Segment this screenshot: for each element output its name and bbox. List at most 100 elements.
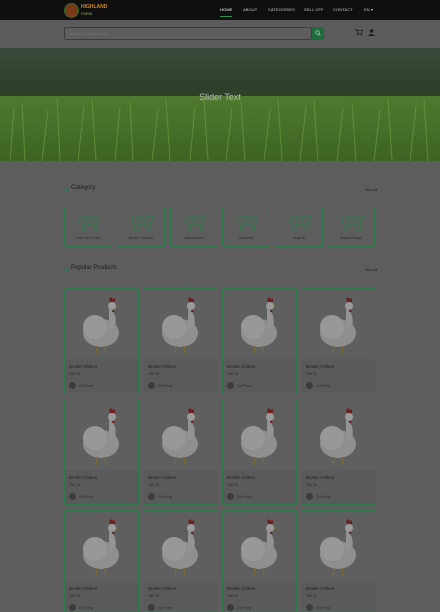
product-card[interactable]: Broiler Chiken 780 Tk Gul Pinny bbox=[143, 288, 218, 394]
product-name[interactable]: Broiler Chiken bbox=[227, 586, 255, 591]
hero-slider-text: Slider Text bbox=[199, 92, 241, 102]
nav-about[interactable]: ABOUT bbox=[243, 7, 257, 12]
seller-avatar bbox=[148, 493, 155, 500]
seller-name: Gul Pinny bbox=[79, 495, 94, 499]
product-card[interactable]: Broiler Chiken 780 Tk Gul Pinny bbox=[222, 399, 297, 505]
product-name[interactable]: Broiler Chiken bbox=[306, 475, 334, 480]
chicken-image bbox=[241, 297, 277, 355]
category-view-all-link[interactable]: View All bbox=[365, 188, 377, 192]
cow-diagram-icon bbox=[131, 214, 154, 231]
search-input[interactable] bbox=[64, 27, 312, 40]
product-image bbox=[302, 511, 375, 581]
language-label: EN bbox=[364, 7, 370, 12]
category-label: Black Bengal bbox=[340, 236, 362, 240]
category-card[interactable]: Gut Farm Cow bbox=[64, 207, 112, 247]
seller-name: Gul Pinny bbox=[79, 606, 94, 610]
product-card[interactable]: Broiler Chiken 780 Tk Gul Pinny bbox=[64, 399, 139, 505]
product-price: 780 Tk bbox=[148, 372, 159, 376]
cow-diagram-icon bbox=[341, 214, 364, 231]
user-icon[interactable] bbox=[368, 29, 375, 36]
chicken-image bbox=[162, 408, 198, 466]
product-price: 780 Tk bbox=[227, 372, 238, 376]
product-name[interactable]: Broiler Chiken bbox=[227, 364, 255, 369]
seller-name: Gul Pinny bbox=[158, 384, 173, 388]
nav-categories[interactable]: CATEGORIES bbox=[268, 7, 295, 12]
cow-diagram-icon bbox=[78, 214, 101, 231]
nav-sell-off[interactable]: SELL OFF bbox=[304, 7, 324, 12]
category-card[interactable]: Goat Milk bbox=[222, 207, 270, 247]
product-card[interactable]: Broiler Chiken 780 Tk Gul Pinny bbox=[222, 288, 297, 394]
seller-avatar bbox=[306, 604, 313, 611]
hero-grass-image bbox=[0, 48, 440, 161]
product-card[interactable]: Broiler Chiken 780 Tk Gul Pinny bbox=[301, 399, 376, 505]
product-name[interactable]: Broiler Chiken bbox=[148, 364, 176, 369]
seller-name: Gul Pinny bbox=[79, 384, 94, 388]
cow-diagram-icon bbox=[236, 214, 259, 231]
cow-diagram-icon bbox=[184, 214, 207, 231]
seller-avatar bbox=[227, 382, 234, 389]
product-image bbox=[144, 511, 217, 581]
product-name[interactable]: Broiler Chiken bbox=[69, 586, 97, 591]
product-card[interactable]: Broiler Chiken 780 Tk Gul Pinny bbox=[64, 510, 139, 612]
language-selector[interactable]: EN ▾ bbox=[364, 7, 373, 12]
product-image bbox=[302, 400, 375, 470]
brand-logo[interactable]: HIGHLAND FARM bbox=[64, 3, 108, 18]
nav-contact[interactable]: CONTACT bbox=[333, 7, 353, 12]
seller-name: Gul Pinny bbox=[237, 495, 252, 499]
product-image bbox=[302, 289, 375, 359]
product-price: 780 Tk bbox=[227, 483, 238, 487]
product-card[interactable]: Broiler Chiken 780 Tk Gul Pinny bbox=[143, 399, 218, 505]
seller-avatar bbox=[306, 382, 313, 389]
product-name[interactable]: Broiler Chiken bbox=[69, 364, 97, 369]
product-name[interactable]: Broiler Chiken bbox=[306, 364, 334, 369]
product-name[interactable]: Broiler Chiken bbox=[227, 475, 255, 480]
product-name[interactable]: Broiler Chiken bbox=[306, 586, 334, 591]
cart-icon[interactable] bbox=[355, 29, 363, 36]
category-label: Gut Farm Cow bbox=[76, 236, 100, 240]
product-price: 780 Tk bbox=[227, 594, 238, 598]
product-image bbox=[223, 400, 296, 470]
logo-emblem bbox=[64, 3, 79, 18]
product-card[interactable]: Broiler Chiken 780 Tk Gul Pinny bbox=[301, 288, 376, 394]
category-card[interactable]: Black Bengal bbox=[327, 207, 375, 247]
chicken-image bbox=[320, 519, 356, 577]
chicken-image bbox=[241, 519, 277, 577]
category-card[interactable]: Handpicked bbox=[170, 207, 218, 247]
seller-avatar bbox=[69, 493, 76, 500]
category-card[interactable]: Broiler Chicken bbox=[117, 207, 165, 247]
cow-diagram-icon bbox=[289, 214, 312, 231]
chevron-down-icon: ▾ bbox=[370, 7, 374, 12]
product-image bbox=[65, 289, 138, 359]
product-image bbox=[65, 400, 138, 470]
category-label: Handpicked bbox=[184, 236, 204, 240]
chicken-image bbox=[83, 408, 119, 466]
product-card[interactable]: Broiler Chiken 780 Tk Gul Pinny bbox=[64, 288, 139, 394]
product-name[interactable]: Broiler Chiken bbox=[148, 475, 176, 480]
popular-products-title: Popular Products bbox=[71, 265, 118, 271]
brand-name-line1: HIGHLAND bbox=[81, 4, 108, 10]
product-price: 780 Tk bbox=[306, 594, 317, 598]
category-label: Broiler Chicken bbox=[128, 236, 154, 240]
product-image bbox=[65, 511, 138, 581]
section-bullet-icon bbox=[64, 267, 69, 272]
product-name[interactable]: Broiler Chiken bbox=[69, 475, 97, 480]
chicken-image bbox=[320, 408, 356, 466]
seller-avatar bbox=[148, 382, 155, 389]
chicken-image bbox=[83, 519, 119, 577]
product-card[interactable]: Broiler Chiken 780 Tk Gul Pinny bbox=[301, 510, 376, 612]
product-name[interactable]: Broiler Chiken bbox=[148, 586, 176, 591]
product-card[interactable]: Broiler Chiken 780 Tk Gul Pinny bbox=[143, 510, 218, 612]
search-button[interactable] bbox=[312, 27, 324, 40]
nav-home[interactable]: HOME bbox=[220, 7, 232, 12]
chicken-image bbox=[83, 297, 119, 355]
chicken-image bbox=[162, 297, 198, 355]
chicken-image bbox=[162, 519, 198, 577]
seller-name: Gul Pinny bbox=[237, 384, 252, 388]
product-card[interactable]: Broiler Chiken 780 Tk Gul Pinny bbox=[222, 510, 297, 612]
popular-view-all-link[interactable]: View All bbox=[365, 268, 377, 272]
hero-slider[interactable]: Slider Text bbox=[0, 48, 440, 161]
product-image bbox=[144, 400, 217, 470]
search-icon bbox=[315, 30, 321, 36]
category-card[interactable]: Organic bbox=[275, 207, 323, 247]
section-bullet-icon bbox=[64, 187, 69, 192]
